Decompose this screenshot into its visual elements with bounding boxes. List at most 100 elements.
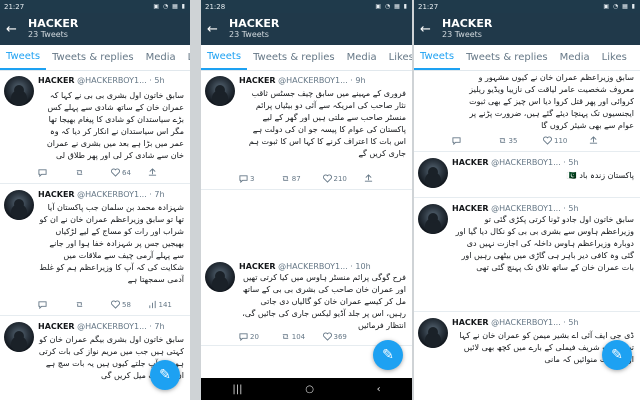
retweet-button[interactable]: [75, 168, 112, 177]
reply-button[interactable]: [38, 168, 75, 177]
tweet[interactable]: HACKER @HACKERBOY1... · 5h سابق خاتون او…: [414, 200, 640, 312]
retweet-button[interactable]: 87: [281, 174, 323, 183]
tweet-time: · 7h: [149, 190, 165, 199]
share-icon: [148, 168, 156, 176]
reply-button[interactable]: [452, 136, 498, 145]
views-button[interactable]: 141: [148, 300, 185, 309]
back-arrow-icon[interactable]: ←: [420, 22, 442, 37]
recent-apps-icon[interactable]: |||: [232, 384, 242, 395]
tab-media[interactable]: Media: [554, 45, 596, 70]
tweet-handle: @HACKERBOY1...: [77, 76, 147, 85]
retweet-icon: [282, 334, 288, 339]
tweet-author: HACKER: [38, 322, 75, 331]
status-bar: 21:27 ▣ ◔ ▦ ▮: [414, 0, 640, 13]
avatar[interactable]: [4, 76, 34, 106]
status-time: 21:28: [205, 2, 226, 11]
back-arrow-icon[interactable]: ←: [6, 22, 28, 37]
tab-tweets[interactable]: Tweets: [201, 45, 248, 70]
tab-tweets[interactable]: Tweets: [414, 45, 461, 70]
like-button[interactable]: 210: [322, 174, 365, 183]
like-button[interactable]: 58: [111, 300, 148, 309]
retweet-button[interactable]: [75, 300, 112, 309]
avatar[interactable]: [4, 190, 34, 220]
tweet-author: HACKER: [38, 190, 75, 199]
tweet-actions: 35 110: [452, 136, 634, 145]
compose-icon: ✎: [159, 367, 171, 383]
tweet-time: · 5h: [563, 318, 579, 327]
tab-likes[interactable]: Likes: [383, 45, 412, 70]
reply-count: 20: [250, 332, 259, 341]
back-nav-icon[interactable]: ‹: [377, 384, 381, 395]
avatar[interactable]: [4, 322, 34, 352]
share-button[interactable]: [148, 168, 185, 177]
tab-tweets-replies[interactable]: Tweets & replies: [460, 45, 554, 70]
tab-tweets-replies[interactable]: Tweets & replies: [46, 45, 140, 70]
like-count: 210: [333, 174, 347, 183]
tweet-author: HACKER: [239, 262, 276, 271]
tab-likes[interactable]: Likes: [182, 45, 190, 70]
like-count: 110: [554, 136, 568, 145]
tweet-handle: @HACKERBOY1...: [491, 158, 561, 167]
like-count: 58: [122, 300, 131, 309]
tab-likes[interactable]: Likes: [596, 45, 633, 70]
retweet-count: 87: [291, 174, 301, 183]
tweet-handle: @HACKERBOY1...: [77, 190, 147, 199]
tweet[interactable]: سابق وزیراعظم عمران خان نے کیوں مشہور و …: [414, 72, 640, 152]
reply-button[interactable]: [38, 300, 75, 309]
reply-button[interactable]: 3: [239, 174, 281, 183]
avatar[interactable]: [418, 158, 448, 188]
tweet-text: سابق خاتون اول جادو ٹونا کرتی پکڑی گئی ت…: [455, 215, 634, 272]
back-arrow-icon[interactable]: ←: [207, 22, 229, 37]
retweet-button[interactable]: 104: [281, 332, 323, 341]
screenshot-panel-3: 21:27 ▣ ◔ ▦ ▮ ← HACKER 23 Tweets Tweets Tw…: [414, 0, 640, 400]
profile-header: ← HACKER 23 Tweets: [0, 13, 190, 45]
compose-tweet-button[interactable]: ✎: [602, 340, 632, 370]
tweet[interactable]: HACKER @HACKERBOY1... · 9h فروری کے مہین…: [201, 72, 412, 190]
compose-tweet-button[interactable]: ✎: [373, 340, 403, 370]
profile-tabs: Tweets Tweets & replies Media Likes: [414, 45, 640, 71]
android-nav-bar: ||| ○ ‹: [201, 378, 412, 400]
like-button[interactable]: 110: [543, 136, 589, 145]
status-icons: ▣ ◔ ▦ ▮: [375, 3, 408, 10]
tweet[interactable]: HACKER @HACKERBOY1... · 5h پاکستان زندہ …: [414, 154, 640, 198]
tweet[interactable]: HACKER @HACKERBOY1... · 7h شہزادہ محمد ب…: [0, 186, 190, 316]
tab-tweets-replies[interactable]: Tweets & replies: [247, 45, 341, 70]
tweet-handle: @HACKERBOY1...: [278, 76, 348, 85]
reply-icon: [239, 175, 248, 183]
tweet-text: فروری کے مہینے میں سابق چیف جسٹس ثاقب نث…: [248, 89, 406, 158]
retweet-count: 104: [291, 332, 306, 341]
tab-media[interactable]: Media: [140, 45, 182, 70]
compose-tweet-button[interactable]: ✎: [150, 360, 180, 390]
views-count: 141: [158, 300, 172, 309]
retweet-button[interactable]: 35: [498, 136, 544, 145]
like-count: 369: [333, 332, 347, 341]
share-button[interactable]: [589, 136, 635, 145]
tweet[interactable]: HACKER @HACKERBOY1... · 5h سابق خاتون او…: [0, 72, 190, 184]
share-button[interactable]: [364, 174, 406, 183]
home-icon[interactable]: ○: [305, 384, 314, 395]
avatar[interactable]: [418, 204, 448, 234]
tweet-handle: @HACKERBOY1...: [491, 204, 561, 213]
avatar[interactable]: [205, 76, 235, 106]
tab-tweets[interactable]: Tweets: [0, 45, 47, 70]
compose-icon: ✎: [382, 347, 394, 363]
like-button[interactable]: 369: [322, 332, 365, 341]
avatar[interactable]: [418, 318, 448, 348]
tweet[interactable]: HACKER @HACKERBOY1... · 10h فرح گوگی پرا…: [201, 258, 412, 346]
tweet-text: فرح گوگی پرائم منسٹر ہاوس میں کیا کرتی ت…: [242, 273, 406, 330]
like-button[interactable]: 64: [111, 168, 148, 177]
tweet-time: · 5h: [563, 158, 579, 167]
avatar[interactable]: [205, 262, 235, 292]
empty-space: [201, 191, 412, 257]
tweet-author: HACKER: [452, 318, 489, 327]
tweet-time: · 5h: [563, 204, 579, 213]
status-bar: 21:27 ▣ ◔ ▦ ▮: [0, 0, 190, 13]
retweet-icon: [76, 302, 82, 307]
profile-header: ← HACKER 23 Tweets: [414, 13, 640, 45]
reply-icon: [38, 301, 47, 309]
tweet-count: 23 Tweets: [28, 30, 68, 39]
tweet-actions: 20 104 369: [239, 332, 406, 341]
tab-media[interactable]: Media: [341, 45, 383, 70]
reply-button[interactable]: 20: [239, 332, 281, 341]
tweet-text: سابق وزیراعظم عمران خان نے کیوں مشہور و …: [469, 73, 634, 130]
